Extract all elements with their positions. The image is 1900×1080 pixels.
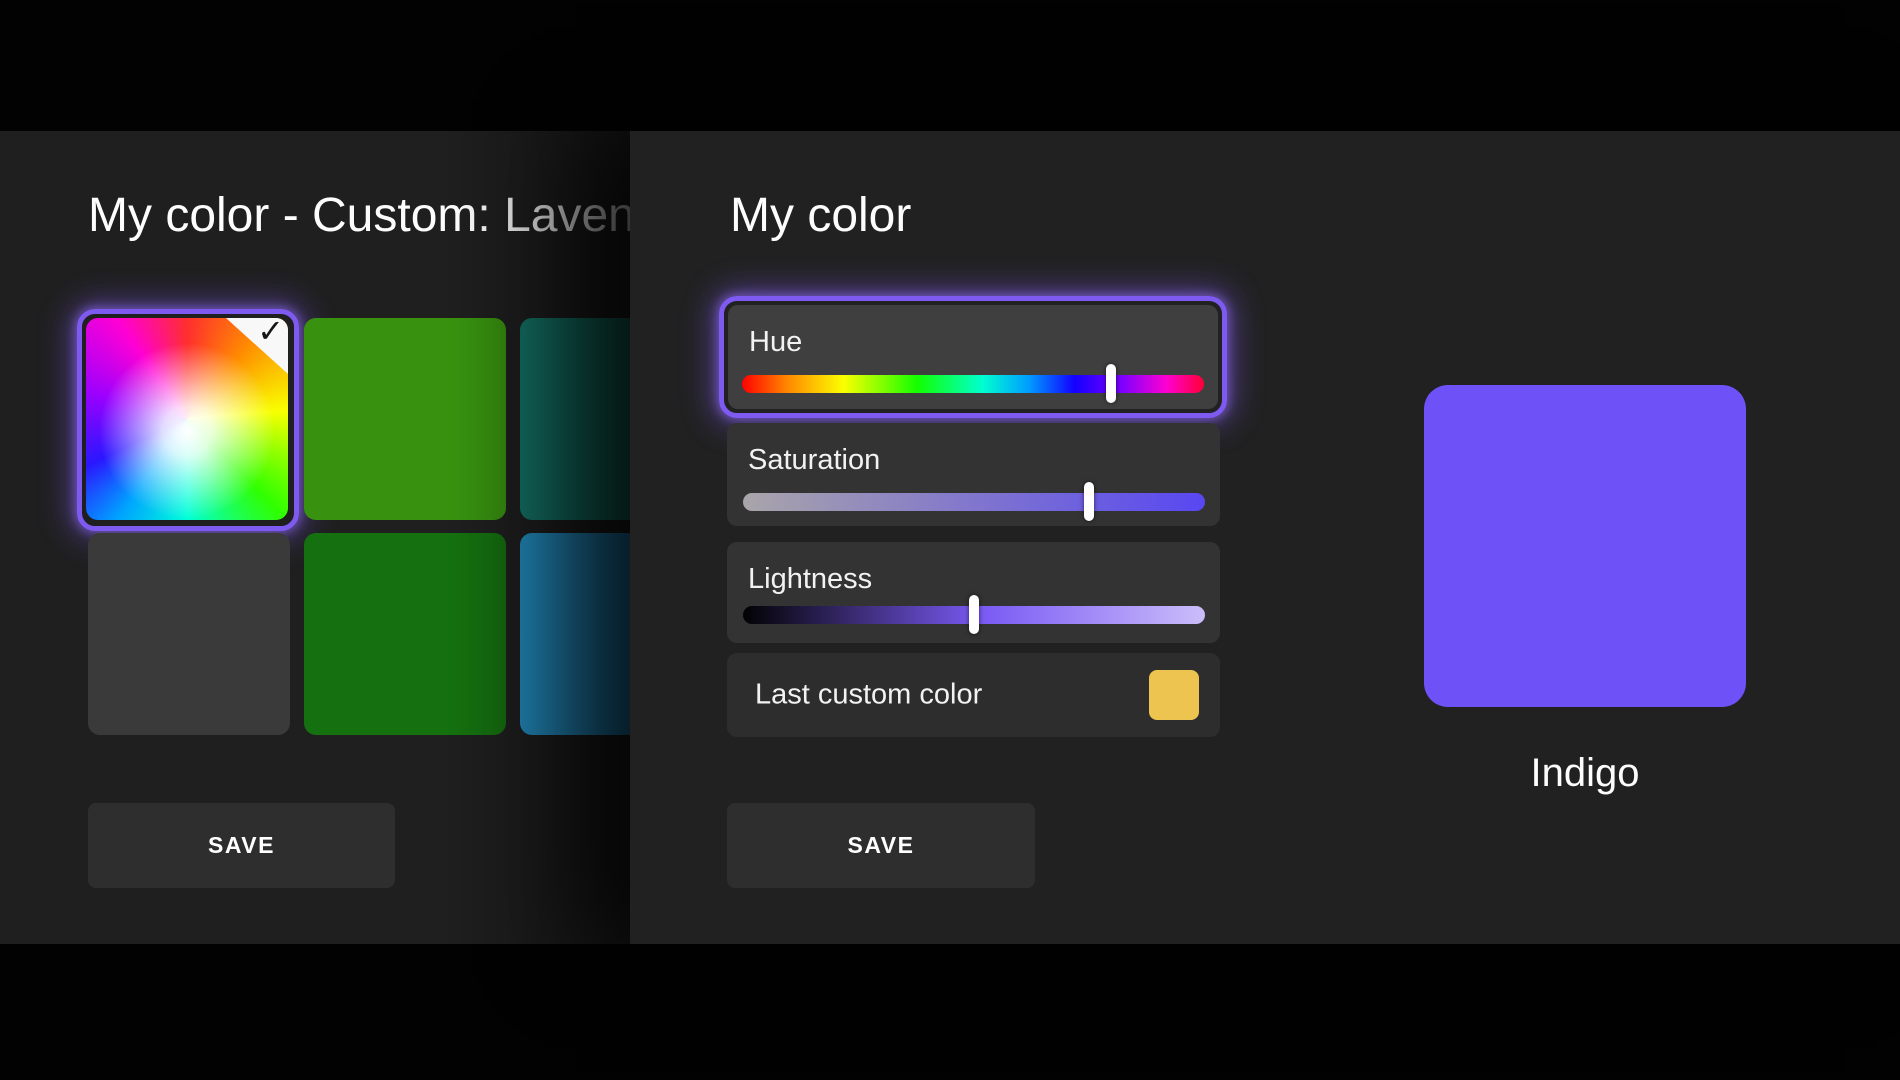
selected-corner-fold: ✓ [226,318,288,374]
my-color-dialog: My color Hue Saturation Lightness [630,131,1900,944]
last-custom-color-swatch [1149,670,1199,720]
screen: My color - Custom: Lavender ✓ SAVE My co… [0,0,1900,1080]
last-custom-color-label: Last custom color [755,679,982,712]
saturation-slider-thumb[interactable] [1084,482,1094,521]
left-panel-title: My color - Custom: Lavender [88,188,630,243]
save-button[interactable]: SAVE [727,803,1035,888]
lightness-slider-track[interactable] [743,606,1205,624]
swatch-gray[interactable] [88,533,290,735]
lightness-slider-thumb[interactable] [969,595,979,634]
check-icon: ✓ [257,318,284,350]
my-color-panel: My color - Custom: Lavender ✓ SAVE [0,131,630,944]
saturation-slider-track[interactable] [743,493,1205,511]
lightness-slider[interactable]: Lightness [727,542,1220,643]
hue-slider-thumb[interactable] [1106,364,1116,403]
swatch-blue[interactable] [520,533,630,735]
selected-swatch-focus-ring: ✓ [77,309,299,531]
hue-label: Hue [749,326,802,359]
save-button[interactable]: SAVE [88,803,395,888]
swatch-dark-green[interactable] [304,533,506,735]
dialog-title: My color [730,188,911,243]
hue-slider-focus-ring: Hue [719,296,1227,418]
last-custom-color-row[interactable]: Last custom color [727,653,1220,737]
color-preview-label: Indigo [1424,751,1746,796]
swatch-teal[interactable] [520,318,630,520]
saturation-slider[interactable]: Saturation [727,423,1220,526]
saturation-label: Saturation [748,444,880,477]
lightness-label: Lightness [748,563,872,596]
swatch-green[interactable] [304,318,506,520]
hue-slider-track[interactable] [742,375,1204,393]
color-preview-swatch [1424,385,1746,707]
swatch-custom-spectrum[interactable]: ✓ [86,318,288,520]
hue-slider[interactable]: Hue [728,305,1218,409]
